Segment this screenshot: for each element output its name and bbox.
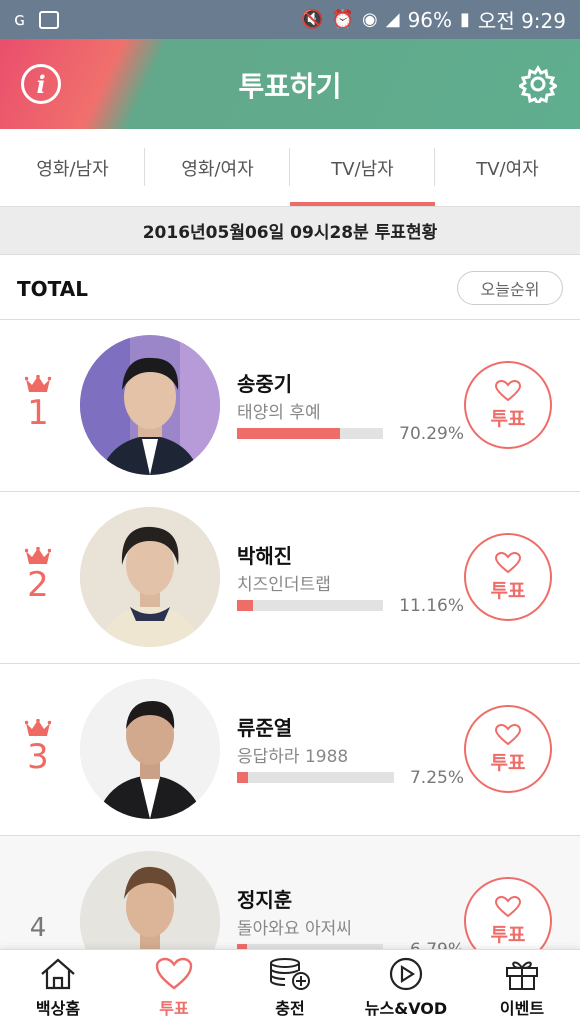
heart-icon [155, 957, 193, 990]
crown-icon [25, 719, 51, 736]
vote-button[interactable]: 투표 [464, 877, 552, 949]
wifi-icon: ◉ [362, 9, 378, 30]
nav-news-vod-label: 뉴스&VOD [364, 999, 448, 1018]
alarm-icon: ⏰ [331, 9, 354, 30]
heart-icon [495, 551, 521, 573]
app-header: i 투표하기 [0, 39, 580, 129]
nav-home-label: 백상홈 [35, 999, 81, 1018]
coins-add-icon [270, 958, 310, 990]
signal-icon: ◢ [385, 9, 400, 30]
clock: 오전 9:29 [477, 9, 566, 33]
ranking-list[interactable]: 1 송중기 태양의 후예 70.29% 투표 2 박해진 치즈인더트랩 11.1… [0, 320, 580, 949]
nav-event-label: 이벤트 [499, 999, 545, 1018]
nav-vote[interactable]: 투표 [116, 950, 232, 1031]
vote-button-label: 투표 [490, 407, 526, 430]
rank-number: 3 [27, 737, 49, 777]
battery-icon: ▮ [460, 9, 470, 30]
status-bar: ɢ 🔇 ⏰ ◉ ◢ 96% ▮ 오전 9:29 [0, 0, 580, 39]
vote-percent: 6.79% [382, 940, 464, 949]
candidate-name: 송중기 [237, 372, 293, 396]
avatar [80, 679, 220, 819]
rank-number: 2 [27, 565, 49, 605]
home-icon [41, 958, 75, 990]
app-notification-icon: ɢ [14, 9, 26, 30]
nav-charge-label: 충전 [275, 999, 305, 1018]
nav-vote-label: 투표 [159, 999, 189, 1018]
vote-status-date: 2016년05월06일 09시28분 투표현황 [0, 207, 580, 255]
play-icon [389, 957, 423, 991]
vote-percent: 11.16% [399, 596, 464, 616]
vote-percent: 70.29% [399, 424, 464, 444]
ranking-row: 4 정지훈 돌아와요 아저씨 6.79% 투표 [0, 836, 580, 949]
candidate-show: 돌아와요 아저씨 [237, 919, 352, 939]
ranking-row: 1 송중기 태양의 후예 70.29% 투표 [0, 320, 580, 492]
heart-icon [495, 895, 521, 917]
gift-icon [506, 961, 538, 990]
bottom-nav: 백상홈 투표 충전 뉴스&VOD 이벤트 [0, 949, 580, 1031]
today-ranking-button[interactable]: 오늘순위 [457, 271, 563, 305]
candidate-show: 치즈인더트랩 [237, 575, 331, 595]
category-tabs: 영화/남자 영화/여자 TV/남자 TV/여자 [0, 129, 580, 207]
vote-button-label: 투표 [490, 579, 526, 602]
rank-badge: 2 [20, 547, 56, 605]
vote-button-label: 투표 [490, 751, 526, 774]
avatar [80, 335, 220, 475]
vote-button[interactable]: 투표 [464, 533, 552, 621]
page-title: 투표하기 [238, 70, 342, 103]
tab-movie-male[interactable]: 영화/남자 [0, 129, 145, 206]
candidate-name: 정지훈 [237, 888, 293, 912]
crown-icon [25, 547, 51, 564]
battery-percent: 96% [407, 7, 453, 32]
gear-icon [517, 65, 559, 107]
rank-badge: 4 [20, 908, 56, 948]
vote-progress-fill [237, 600, 254, 611]
vote-button[interactable]: 투표 [464, 361, 552, 449]
vote-progress-fill [237, 772, 249, 783]
heart-icon [495, 723, 521, 745]
nav-home[interactable]: 백상홈 [0, 950, 116, 1031]
vote-button[interactable]: 투표 [464, 705, 552, 793]
tab-tv-male[interactable]: TV/남자 [290, 129, 435, 206]
candidate-name: 류준열 [237, 716, 293, 740]
rank-badge: 3 [20, 719, 56, 777]
nav-charge[interactable]: 충전 [232, 950, 348, 1031]
vote-progress-bar [237, 428, 383, 439]
mute-icon: 🔇 [301, 9, 324, 30]
total-header: TOTAL 오늘순위 [0, 256, 580, 320]
vote-progress-bar [237, 772, 394, 783]
vote-progress-fill [237, 428, 340, 439]
crown-icon [25, 375, 51, 392]
vote-button-label: 투표 [490, 923, 526, 946]
candidate-name: 박해진 [237, 544, 293, 568]
rank-number: 4 [29, 913, 47, 943]
nav-event[interactable]: 이벤트 [464, 950, 580, 1031]
avatar [80, 851, 220, 949]
tab-movie-female[interactable]: 영화/여자 [145, 129, 290, 206]
ranking-row: 2 박해진 치즈인더트랩 11.16% 투표 [0, 492, 580, 664]
vote-progress-bar [237, 600, 383, 611]
heart-icon [495, 379, 521, 401]
candidate-show: 태양의 후예 [237, 403, 321, 423]
total-label: TOTAL [17, 277, 88, 301]
tab-tv-female[interactable]: TV/여자 [435, 129, 580, 206]
rank-number: 1 [27, 393, 49, 433]
avatar [80, 507, 220, 647]
candidate-show: 응답하라 1988 [237, 747, 349, 767]
rank-badge: 1 [20, 375, 56, 433]
ranking-row: 3 류준열 응답하라 1988 7.25% 투표 [0, 664, 580, 836]
nav-news-vod[interactable]: 뉴스&VOD [348, 950, 464, 1031]
settings-button[interactable] [517, 65, 559, 107]
vote-percent: 7.25% [409, 768, 464, 788]
image-notification-icon [39, 10, 60, 29]
